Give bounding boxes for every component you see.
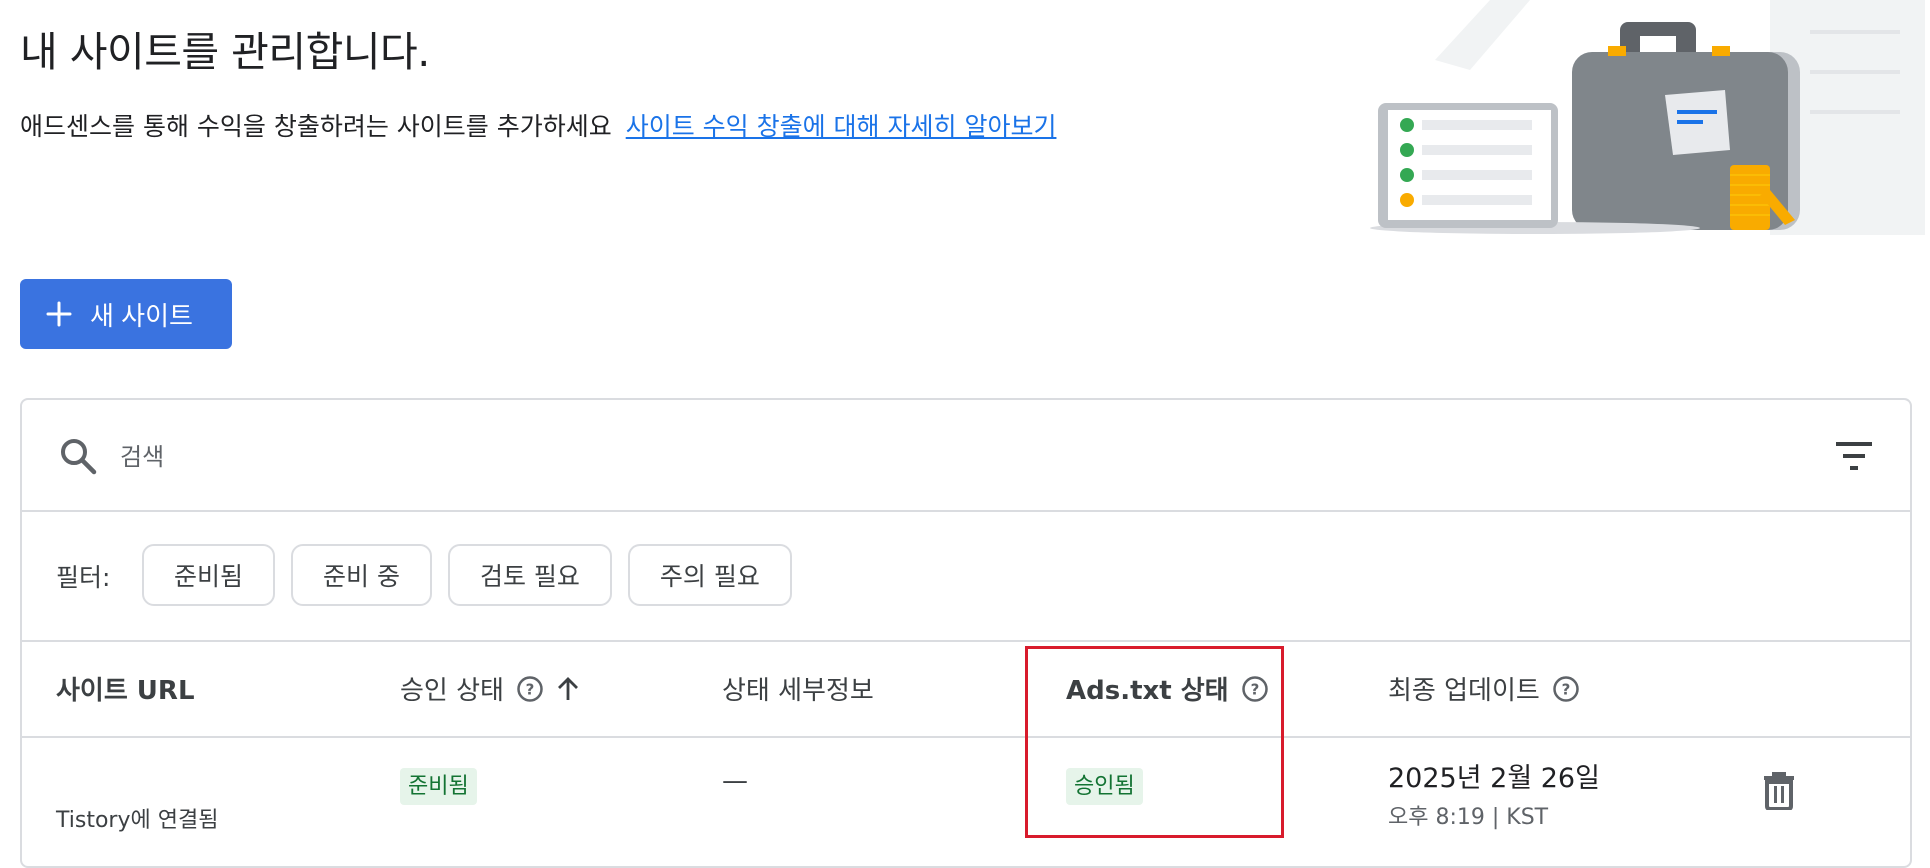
svg-text:?: ? bbox=[1250, 680, 1259, 698]
filter-chips: 준비됨 준비 중 검토 필요 주의 필요 bbox=[142, 544, 792, 606]
column-header-last-updated-label: 최종 업데이트 bbox=[1388, 676, 1540, 706]
filter-label: 필터: bbox=[56, 563, 111, 592]
hero-illustration bbox=[1370, 0, 1925, 235]
filter-chip-preparing[interactable]: 준비 중 bbox=[291, 544, 432, 606]
column-header-approval-status-label: 승인 상태 bbox=[400, 676, 504, 706]
sites-panel: 필터: 준비됨 준비 중 검토 필요 주의 필요 사이트 URL 승인 상태 ?… bbox=[20, 398, 1912, 868]
approval-status: 준비됨 bbox=[400, 768, 477, 805]
new-site-button-label: 새 사이트 bbox=[90, 300, 193, 331]
svg-text:?: ? bbox=[1561, 680, 1570, 698]
help-circle-icon[interactable]: ? bbox=[516, 675, 544, 703]
status-badge: 준비됨 bbox=[400, 768, 477, 805]
site-connection: Tistory에 연결됨 bbox=[56, 808, 219, 833]
column-header-last-updated[interactable]: 최종 업데이트 ? bbox=[1388, 670, 1580, 707]
arrow-up-icon[interactable] bbox=[554, 675, 582, 703]
column-header-approval-status[interactable]: 승인 상태 ? bbox=[400, 670, 582, 707]
help-circle-icon[interactable]: ? bbox=[1241, 675, 1269, 703]
ads-txt-status: 승인됨 bbox=[1066, 768, 1143, 805]
new-site-button[interactable]: 새 사이트 bbox=[20, 279, 232, 349]
status-details: — bbox=[722, 766, 748, 796]
ads-txt-status-badge: 승인됨 bbox=[1066, 768, 1143, 805]
page-title: 내 사이트를 관리합니다. bbox=[20, 28, 430, 76]
last-updated: 2025년 2월 26일 오후 8:19 | KST bbox=[1388, 756, 1600, 831]
column-header-site-url[interactable]: 사이트 URL bbox=[56, 670, 195, 707]
search-icon bbox=[61, 439, 97, 475]
column-header-status-details-label: 상태 세부정보 bbox=[722, 676, 874, 706]
column-header-ads-txt-status-label: Ads.txt 상태 bbox=[1066, 676, 1229, 706]
help-circle-icon[interactable]: ? bbox=[1552, 675, 1580, 703]
filter-icon[interactable] bbox=[1834, 438, 1874, 474]
search-input[interactable] bbox=[118, 436, 1622, 478]
column-header-ads-txt-status[interactable]: Ads.txt 상태 ? bbox=[1066, 670, 1269, 707]
svg-text:?: ? bbox=[526, 680, 535, 698]
last-updated-date: 2025년 2월 26일 bbox=[1388, 763, 1600, 794]
plus-icon bbox=[46, 301, 72, 327]
filter-bar: 필터: 준비됨 준비 중 검토 필요 주의 필요 bbox=[22, 512, 1910, 642]
filter-chip-needs-attention[interactable]: 주의 필요 bbox=[627, 544, 792, 606]
trash-icon[interactable] bbox=[1762, 770, 1796, 810]
page-subtitle: 애드센스를 통해 수익을 창출하려는 사이트를 추가하세요 사이트 수익 창출에… bbox=[20, 107, 1056, 143]
subtitle-text: 애드센스를 통해 수익을 창출하려는 사이트를 추가하세요 bbox=[20, 112, 612, 141]
column-header-status-details: 상태 세부정보 bbox=[722, 670, 874, 707]
learn-more-link[interactable]: 사이트 수익 창출에 대해 자세히 알아보기 bbox=[626, 112, 1057, 141]
last-updated-time: 오후 8:19 | KST bbox=[1388, 805, 1549, 830]
filter-chip-ready[interactable]: 준비됨 bbox=[142, 544, 276, 606]
filter-chip-needs-review[interactable]: 검토 필요 bbox=[447, 544, 612, 606]
search-bar bbox=[22, 400, 1910, 512]
column-header-site-url-label: 사이트 URL bbox=[56, 676, 195, 706]
table-header: 사이트 URL 승인 상태 ? 상태 세부정보 Ads.txt 상태 ? 최종 … bbox=[22, 642, 1910, 738]
table-row[interactable]: Tistory에 연결됨 준비됨 — 승인됨 2025년 2월 26일 오후 8… bbox=[22, 738, 1910, 848]
